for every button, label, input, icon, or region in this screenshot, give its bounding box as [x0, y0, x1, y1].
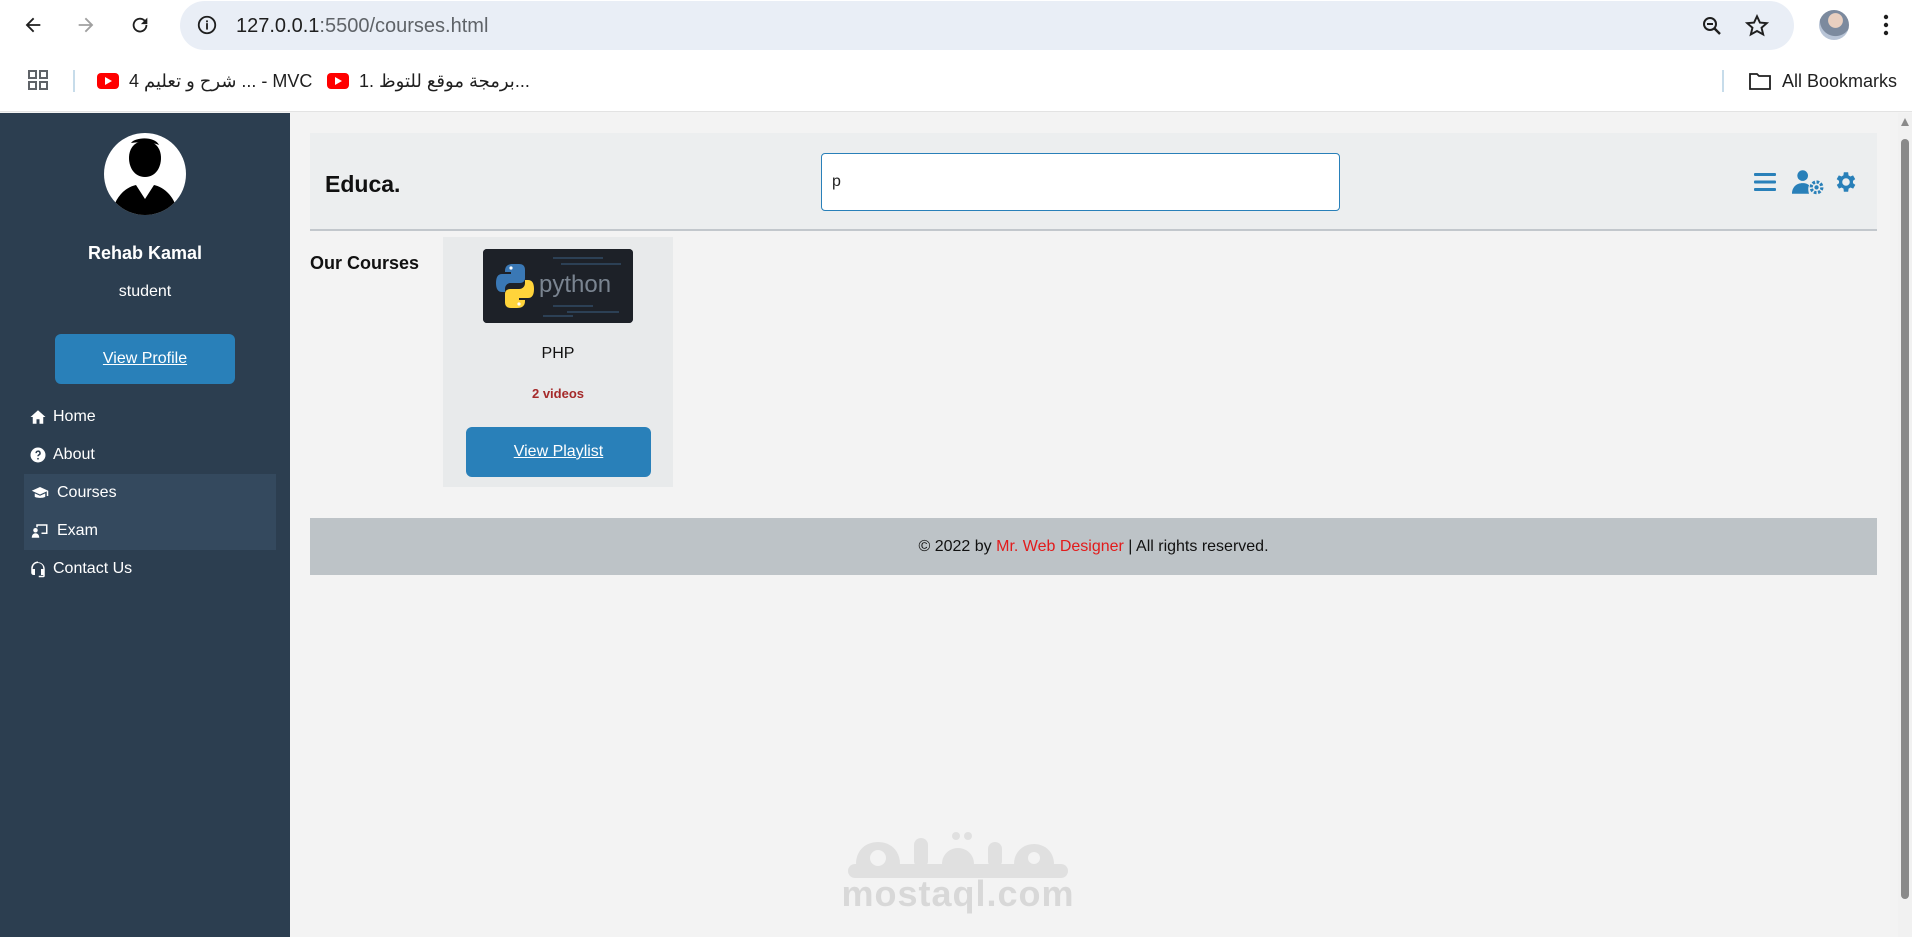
course-video-count: 2 videos	[531, 386, 585, 401]
youtube-icon	[327, 73, 349, 89]
headset-icon	[31, 561, 45, 578]
section-title: Our Courses	[310, 253, 420, 273]
bookmark-separator	[73, 70, 75, 92]
sidebar-nav: Home About Courses Exam Contact Us	[24, 398, 276, 588]
bookmarks-bar: شرح و تعليم 4 ... - MVC 1. برمجة موقع لل…	[0, 50, 1912, 112]
profile-name: Rehab Kamal	[87, 243, 203, 263]
user-gear-icon	[1792, 170, 1824, 195]
scrollbar-thumb[interactable]	[1901, 139, 1909, 899]
menu-icon	[1754, 173, 1776, 191]
address-bar[interactable]: 127.0.0.1:5500/courses.html	[180, 1, 1794, 50]
sidebar-item-home[interactable]: Home	[24, 398, 276, 436]
sidebar-item-label: Courses	[57, 484, 117, 501]
sidebar-item-label: Home	[53, 408, 96, 425]
course-thumbnail: python	[483, 249, 633, 323]
course-title: PHP	[541, 345, 575, 362]
reload-icon	[132, 17, 148, 33]
thumbnail-text: python	[539, 271, 611, 298]
graduation-cap-icon	[31, 487, 49, 498]
zoom-icon[interactable]	[1700, 14, 1724, 38]
reload-button[interactable]	[124, 9, 156, 41]
bookmark-label: 1. برمجة موقع للتوظ...	[359, 70, 530, 91]
back-button[interactable]	[17, 9, 49, 41]
person-silhouette-icon	[112, 138, 178, 215]
bookmark-separator	[1722, 70, 1724, 92]
footer-suffix: | All rights reserved.	[1123, 537, 1269, 555]
footer-prefix: © 2022 by	[918, 537, 997, 555]
sidebar-item-label: Contact Us	[53, 560, 133, 577]
all-bookmarks-label: All Bookmarks	[1782, 70, 1898, 91]
site-logo[interactable]: Educa.	[325, 171, 400, 198]
sidebar: Rehab Kamal student View Profile Home Ab…	[0, 113, 290, 937]
bookmark-label: شرح و تعليم 4 ... - MVC	[129, 70, 313, 91]
site-header: Educa.	[310, 133, 1877, 231]
chalkboard-user-icon	[31, 524, 48, 538]
sidebar-item-label: Exam	[57, 522, 98, 539]
watermark-text: mostaql.com	[841, 873, 1075, 914]
user-settings-button[interactable]	[1792, 169, 1824, 195]
menu-button[interactable]	[1753, 169, 1777, 195]
question-circle-icon	[30, 447, 46, 463]
sidebar-item-exam[interactable]: Exam	[24, 512, 276, 550]
sidebar-item-label: About	[53, 446, 95, 463]
avatar	[104, 133, 186, 215]
bookmark-item-mvc[interactable]: شرح و تعليم 4 ... - MVC	[97, 68, 312, 94]
page-content: Rehab Kamal student View Profile Home Ab…	[0, 113, 1912, 937]
profile-avatar[interactable]	[1819, 10, 1849, 40]
browser-toolbar: 127.0.0.1:5500/courses.html	[0, 0, 1912, 50]
scroll-up-arrow-icon[interactable]	[1901, 118, 1909, 126]
bookmark-item-jobs[interactable]: 1. برمجة موقع للتوظ...	[327, 68, 530, 94]
forward-button[interactable]	[70, 9, 102, 41]
course-card: python PHP 2 videos View Playlist	[443, 237, 673, 487]
apps-grid-icon[interactable]	[27, 69, 49, 91]
view-profile-button[interactable]: View Profile	[55, 334, 235, 384]
site-info-icon[interactable]	[196, 14, 218, 36]
sidebar-item-about[interactable]: About	[24, 436, 276, 474]
search-input[interactable]	[821, 153, 1340, 211]
all-bookmarks-button[interactable]: All Bookmarks	[1748, 68, 1897, 94]
python-logo-icon: python	[483, 249, 633, 323]
sidebar-item-contact[interactable]: Contact Us	[24, 550, 276, 588]
site-footer: © 2022 by Mr. Web Designer | All rights …	[310, 518, 1877, 575]
arrow-left-icon	[25, 17, 41, 33]
folder-icon	[1749, 73, 1771, 90]
scrollbar[interactable]	[1898, 113, 1912, 937]
bookmark-star-icon[interactable]	[1744, 13, 1770, 39]
youtube-icon	[97, 73, 119, 89]
settings-button[interactable]	[1833, 169, 1859, 195]
more-menu-icon[interactable]	[1876, 12, 1896, 38]
settings-gear-icon	[1836, 172, 1856, 192]
view-playlist-button[interactable]: View Playlist	[466, 427, 651, 477]
home-icon	[30, 410, 46, 424]
url-text: 127.0.0.1:5500/courses.html	[236, 15, 489, 37]
profile-role: student	[118, 283, 172, 300]
arrow-right-icon	[78, 17, 94, 33]
sidebar-item-courses[interactable]: Courses	[24, 474, 276, 512]
footer-brand-link[interactable]: Mr. Web Designer	[996, 538, 1124, 556]
